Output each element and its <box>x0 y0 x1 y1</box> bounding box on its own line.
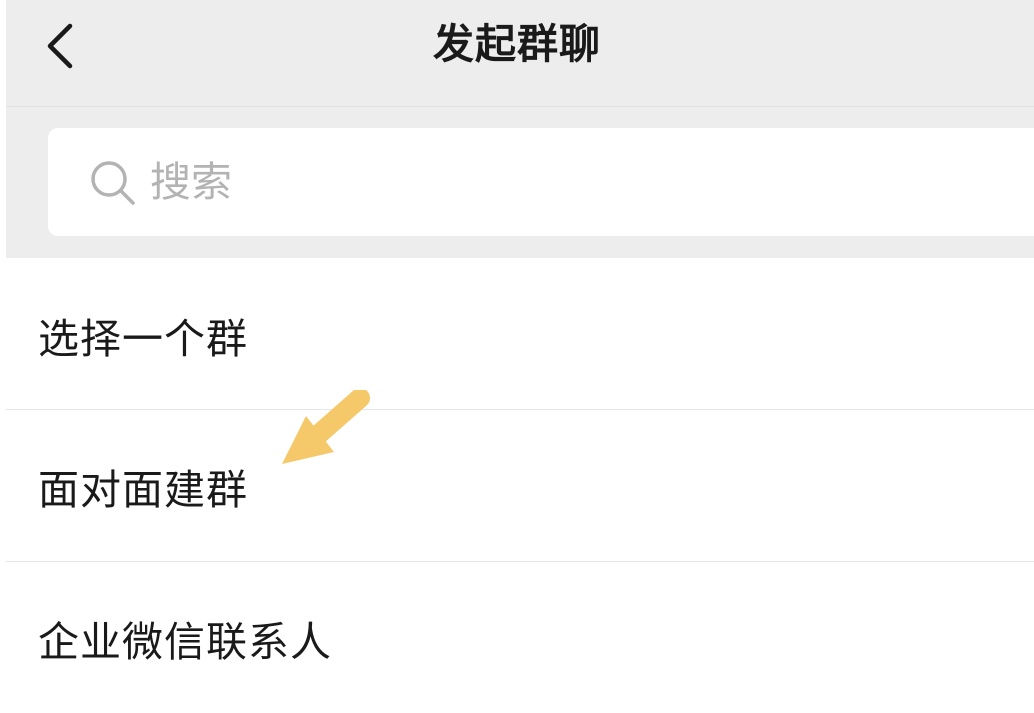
pointer-arrow-icon <box>282 390 370 464</box>
list-item-label: 选择一个群 <box>38 315 248 363</box>
header-divider <box>6 106 1034 107</box>
search-input[interactable] <box>150 150 850 214</box>
list-item-label: 面对面建群 <box>38 466 248 514</box>
list-item-label: 企业微信联系人 <box>38 618 332 666</box>
page-title: 发起群聊 <box>433 20 601 68</box>
list-item-wecom-contacts[interactable]: 企业微信联系人 <box>6 563 1034 713</box>
list-divider <box>6 409 1034 410</box>
list-divider <box>6 561 1034 562</box>
search-icon <box>91 161 135 205</box>
list-item-select-group[interactable]: 选择一个群 <box>6 260 1034 410</box>
list-item-face-to-face-group[interactable]: 面对面建群 <box>6 411 1034 561</box>
